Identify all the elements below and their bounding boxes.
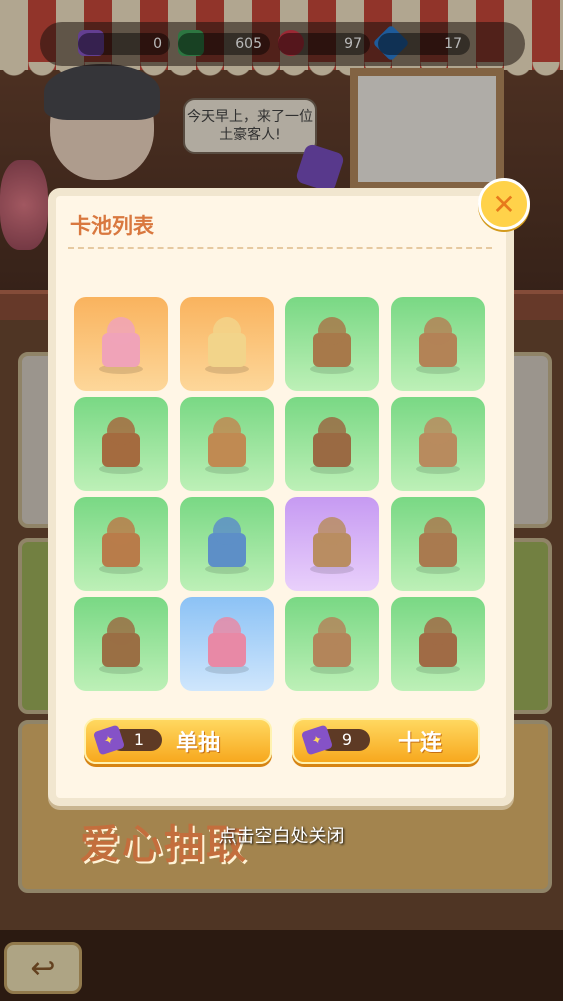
wooden-bathtub-icon bbox=[405, 311, 471, 377]
title-divider bbox=[68, 247, 492, 249]
pool-item-tile[interactable] bbox=[391, 297, 485, 391]
rocking-chair-icon bbox=[299, 511, 365, 577]
wooden-wardrobe-icon bbox=[88, 511, 154, 577]
wooden-washstand-icon bbox=[299, 311, 365, 377]
flower-fence-icon bbox=[88, 611, 154, 677]
pool-item-tile[interactable] bbox=[180, 497, 274, 591]
pool-item-tile[interactable] bbox=[391, 497, 485, 591]
vanity-mirror-icon bbox=[299, 411, 365, 477]
pink-flower-pot-icon bbox=[194, 611, 260, 677]
pull-label: 十连 bbox=[398, 731, 443, 756]
wooden-toilet-icon bbox=[88, 411, 154, 477]
dialog-title: 卡池列表 bbox=[70, 214, 154, 238]
pool-item-tile[interactable] bbox=[74, 497, 168, 591]
wooden-bed-icon bbox=[405, 411, 471, 477]
wooden-sofa-bed-icon bbox=[405, 511, 471, 577]
pool-item-tile[interactable] bbox=[285, 597, 379, 691]
pool-item-tile[interactable] bbox=[74, 397, 168, 491]
pink-cherry-tree-icon bbox=[88, 311, 154, 377]
pool-item-tile[interactable] bbox=[74, 597, 168, 691]
blue-suitcase-icon bbox=[194, 511, 260, 577]
golden-tree-icon bbox=[194, 311, 260, 377]
pull-label: 单抽 bbox=[176, 731, 221, 756]
ten-pull-button[interactable]: 9 ✦ 十连 bbox=[292, 718, 480, 764]
flower-armchair-icon bbox=[405, 611, 471, 677]
pool-item-tile[interactable] bbox=[180, 297, 274, 391]
pool-item-tile[interactable] bbox=[74, 297, 168, 391]
close-button[interactable]: ✕ bbox=[478, 178, 530, 230]
pool-item-tile[interactable] bbox=[180, 597, 274, 691]
single-pull-button[interactable]: 1 ✦ 单抽 bbox=[84, 718, 272, 764]
pool-item-tile[interactable] bbox=[180, 397, 274, 491]
pool-item-tile[interactable] bbox=[285, 497, 379, 591]
close-icon: ✕ bbox=[492, 187, 516, 221]
close-hint: 点击空白处关闭 bbox=[218, 826, 345, 847]
pool-item-tile[interactable] bbox=[285, 397, 379, 491]
bedside-table-lamp-icon bbox=[194, 411, 260, 477]
pool-item-tile[interactable] bbox=[285, 297, 379, 391]
pool-item-tile[interactable] bbox=[391, 397, 485, 491]
round-flower-table-icon bbox=[299, 611, 365, 677]
pool-item-tile[interactable] bbox=[391, 597, 485, 691]
